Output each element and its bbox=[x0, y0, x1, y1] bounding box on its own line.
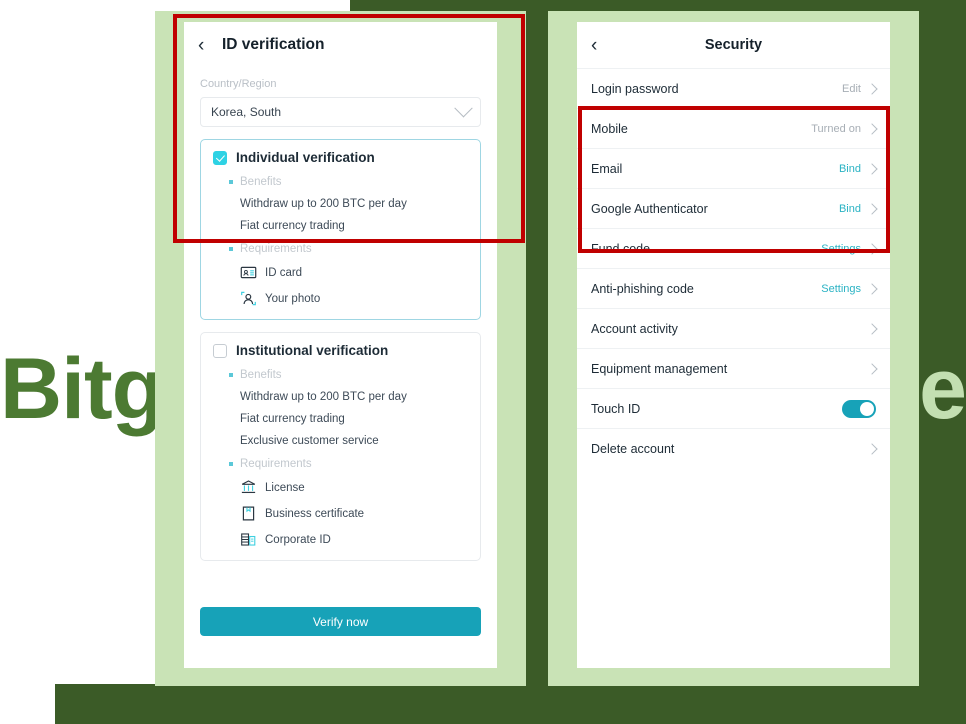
bullet-icon bbox=[229, 180, 233, 184]
verification-option-institutional[interactable]: Institutional verification Benefits With… bbox=[200, 332, 481, 561]
requirement-label: Business certificate bbox=[265, 507, 365, 520]
row-value: Settings bbox=[821, 282, 861, 295]
requirement-label: Your photo bbox=[265, 292, 321, 305]
checkbox-institutional[interactable] bbox=[213, 343, 227, 358]
certificate-icon bbox=[242, 506, 255, 521]
requirement-label: Corporate ID bbox=[265, 533, 331, 546]
requirement-label: ID card bbox=[265, 266, 303, 279]
bank-license-icon bbox=[241, 480, 256, 494]
benefit-item: Withdraw up to 200 BTC per day bbox=[240, 391, 407, 403]
bullet-icon bbox=[229, 462, 233, 466]
sidebar-item-account-activity[interactable]: Account activity bbox=[577, 308, 890, 348]
row-label: Equipment management bbox=[591, 361, 728, 376]
requirements-label: Requirements bbox=[240, 243, 312, 255]
row-label: Delete account bbox=[591, 441, 675, 456]
row-label: Email bbox=[591, 161, 623, 176]
option-title: Individual verification bbox=[236, 150, 375, 165]
chevron-right-icon bbox=[866, 122, 878, 135]
watermark-right-text: e bbox=[919, 341, 966, 437]
row-value: Bind bbox=[838, 162, 861, 175]
country-region-select[interactable]: Korea, South bbox=[200, 97, 481, 127]
row-value: Settings bbox=[821, 242, 861, 255]
row-label: Anti-phishing code bbox=[591, 281, 694, 296]
row-label: Account activity bbox=[591, 321, 678, 336]
row-label: Google Authenticator bbox=[591, 201, 708, 216]
page-title: ID verification bbox=[222, 36, 325, 53]
requirement-item: ID card bbox=[240, 264, 468, 281]
requirement-label: License bbox=[265, 481, 305, 494]
phone-screen-id-verification: ‹ ID verification Country/Region Korea, … bbox=[184, 22, 497, 668]
row-label: Touch ID bbox=[591, 401, 641, 416]
requirements-header: Requirements bbox=[229, 243, 468, 255]
chevron-right-icon bbox=[866, 82, 878, 95]
background-panel-dark-bottom bbox=[55, 684, 966, 724]
chevron-right-icon bbox=[866, 282, 878, 295]
verify-now-button[interactable]: Verify now bbox=[200, 607, 481, 636]
country-region-label: Country/Region bbox=[200, 78, 277, 90]
portrait-photo-icon bbox=[241, 291, 256, 306]
row-value: Edit bbox=[842, 82, 861, 95]
sidebar-item-email[interactable]: Email Bind bbox=[577, 148, 890, 188]
left-navbar: ‹ ID verification bbox=[184, 22, 497, 68]
option-header: Individual verification bbox=[213, 150, 468, 165]
country-region-value: Korea, South bbox=[211, 105, 282, 119]
benefit-item: Withdraw up to 200 BTC per day bbox=[240, 198, 407, 210]
sidebar-item-touch-id[interactable]: Touch ID bbox=[577, 388, 890, 428]
row-value: Bind bbox=[838, 202, 861, 215]
requirements-header: Requirements bbox=[229, 458, 468, 470]
chevron-right-icon bbox=[866, 202, 878, 215]
benefits-header: Benefits bbox=[229, 176, 468, 188]
chevron-right-icon bbox=[866, 162, 878, 175]
chevron-left-icon[interactable]: ‹ bbox=[198, 36, 218, 55]
sidebar-item-delete-account[interactable]: Delete account bbox=[577, 428, 890, 468]
requirement-item: Your photo bbox=[240, 290, 468, 307]
chevron-right-icon bbox=[866, 322, 878, 335]
sidebar-item-mobile[interactable]: Mobile Turned on bbox=[577, 108, 890, 148]
bullet-icon bbox=[229, 373, 233, 377]
id-card-icon bbox=[240, 266, 257, 279]
chevron-right-icon bbox=[866, 442, 878, 455]
row-label: Fund code bbox=[591, 241, 651, 256]
chevron-right-icon bbox=[866, 362, 878, 375]
row-label: Login password bbox=[591, 81, 679, 96]
sidebar-item-anti-phishing-code[interactable]: Anti-phishing code Settings bbox=[577, 268, 890, 308]
benefits-label: Benefits bbox=[240, 369, 282, 381]
sidebar-item-google-authenticator[interactable]: Google Authenticator Bind bbox=[577, 188, 890, 228]
benefit-item: Fiat currency trading bbox=[240, 413, 345, 425]
verification-option-individual[interactable]: Individual verification Benefits Withdra… bbox=[200, 139, 481, 320]
checkbox-individual[interactable] bbox=[213, 150, 227, 165]
row-label: Mobile bbox=[591, 121, 628, 136]
requirements-label: Requirements bbox=[240, 458, 312, 470]
option-title: Institutional verification bbox=[236, 343, 389, 358]
sidebar-item-fund-code[interactable]: Fund code Settings bbox=[577, 228, 890, 268]
page-title: Security bbox=[704, 37, 763, 53]
security-settings-list: Login password Edit Mobile Turned on Ema… bbox=[577, 68, 890, 468]
benefit-item: Fiat currency trading bbox=[240, 220, 345, 232]
watermark-left-text: Bitg bbox=[0, 341, 164, 437]
bullet-icon bbox=[229, 247, 233, 251]
right-navbar: ‹ Security bbox=[577, 22, 890, 68]
requirement-item: Corporate ID bbox=[240, 531, 468, 548]
chevron-right-icon bbox=[866, 242, 878, 255]
requirement-item: Business certificate bbox=[240, 505, 468, 522]
benefits-header: Benefits bbox=[229, 369, 468, 381]
corporate-id-icon bbox=[241, 533, 256, 546]
benefits-label: Benefits bbox=[240, 176, 282, 188]
row-value: Turned on bbox=[811, 122, 861, 135]
benefit-item: Exclusive customer service bbox=[240, 435, 379, 447]
sidebar-item-login-password[interactable]: Login password Edit bbox=[577, 68, 890, 108]
chevron-down-icon bbox=[454, 98, 473, 117]
sidebar-item-equipment-management[interactable]: Equipment management bbox=[577, 348, 890, 388]
phone-screen-security: ‹ Security Login password Edit Mobile Tu… bbox=[577, 22, 890, 668]
touch-id-toggle[interactable] bbox=[842, 399, 876, 418]
requirement-item: License bbox=[240, 479, 468, 496]
option-header: Institutional verification bbox=[213, 343, 468, 358]
